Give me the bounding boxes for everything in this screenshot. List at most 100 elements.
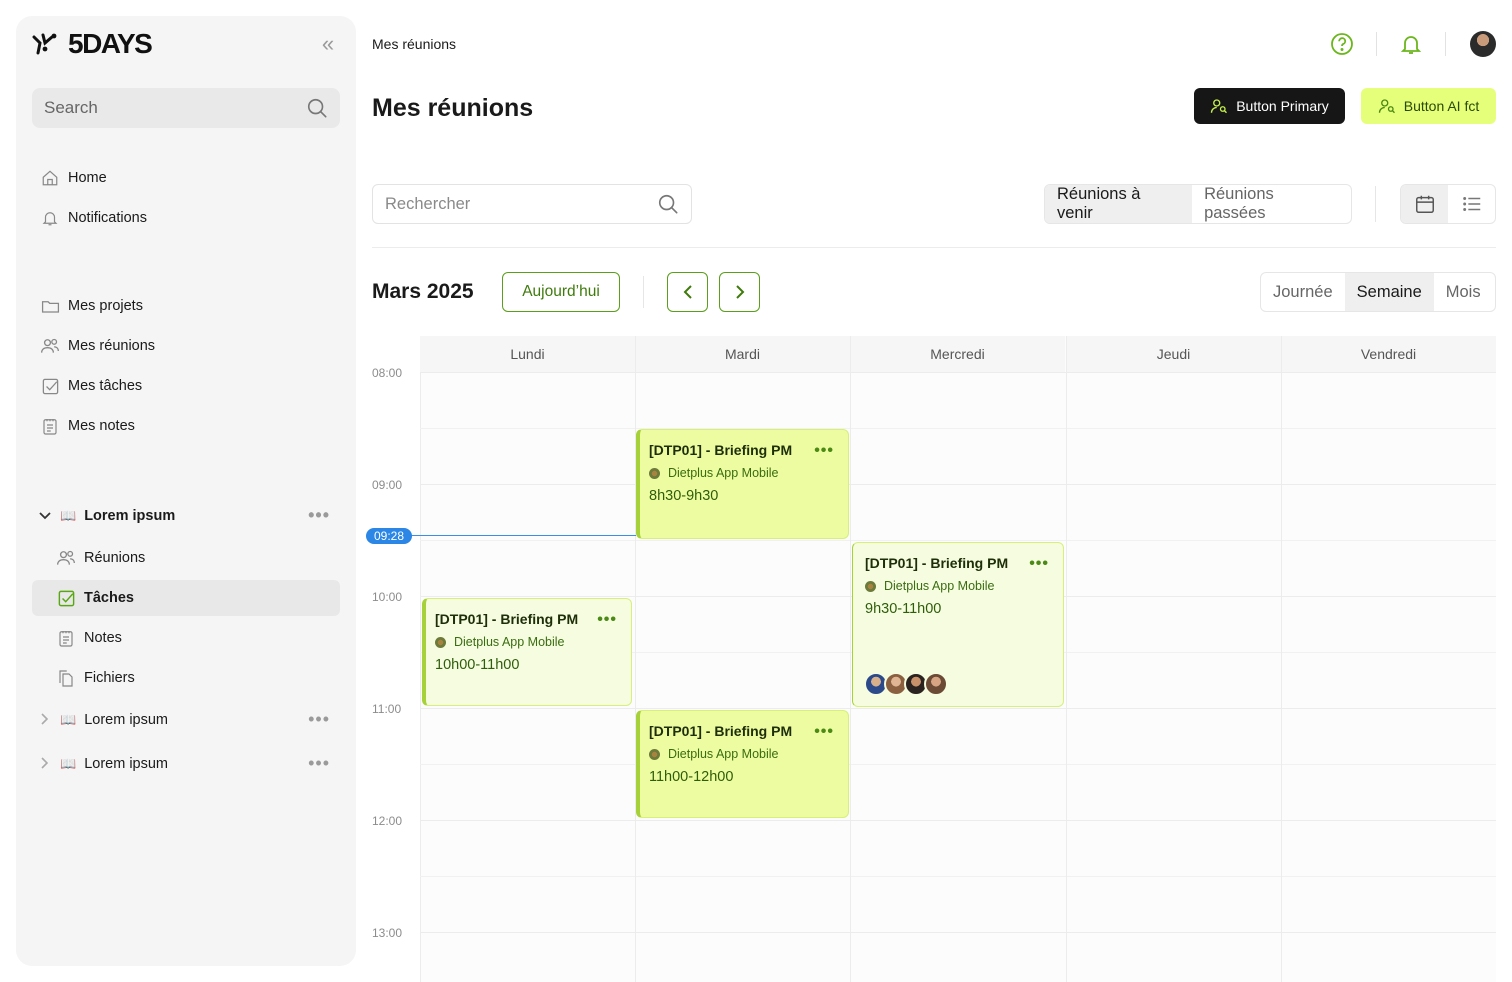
notifications-bell-icon[interactable] (1395, 28, 1427, 60)
meetings-search[interactable] (372, 184, 692, 224)
day-divider (850, 336, 851, 982)
sidebar-item-mes-taches[interactable]: Mes tâches (32, 368, 340, 404)
workspace-label: Lorem ipsum (84, 756, 168, 772)
event-time: 10h00-11h00 (435, 657, 520, 673)
next-week-button[interactable] (719, 272, 760, 312)
meetings-filter-tabs: Réunions à venir Réunions passées (1044, 184, 1352, 224)
view-toggle (1400, 184, 1496, 224)
day-divider (1066, 336, 1067, 982)
more-options-icon[interactable]: ••• (1029, 556, 1049, 572)
more-options-icon[interactable]: ••• (308, 754, 330, 772)
sidebar-search-input[interactable] (44, 98, 306, 118)
event-project-label: Dietplus App Mobile (668, 466, 779, 480)
brand-logo[interactable]: 5DAYS (32, 30, 153, 58)
ai-button[interactable]: Button AI fct (1361, 88, 1496, 124)
event-project: Dietplus App Mobile (649, 466, 836, 480)
half-hour-line (420, 764, 1496, 765)
sidebar-item-label: Réunions (84, 550, 146, 566)
day-header-monday: Lundi (420, 336, 635, 372)
more-options-icon[interactable]: ••• (814, 443, 834, 459)
primary-button[interactable]: Button Primary (1194, 88, 1345, 124)
period-day[interactable]: Journée (1261, 273, 1345, 311)
users-icon (40, 336, 60, 356)
home-icon (40, 168, 60, 188)
divider (1445, 32, 1446, 56)
calendar-view-icon[interactable] (1401, 185, 1448, 223)
hour-label: 12:00 (372, 814, 403, 828)
sidebar-item-taches[interactable]: Tâches (32, 580, 340, 616)
sidebar-item-label: Mes notes (68, 418, 135, 434)
today-button[interactable]: Aujourd’hui (502, 272, 620, 312)
sidebar-item-mes-projets[interactable]: Mes projets (32, 288, 340, 324)
hour-label: 11:00 (372, 702, 402, 716)
hour-line (420, 708, 1496, 709)
tab-past-meetings[interactable]: Réunions passées (1192, 185, 1351, 223)
collapse-sidebar-icon[interactable]: « (316, 33, 340, 58)
project-icon (649, 748, 660, 760)
workspace-item-3[interactable]: 📖 Lorem ipsum ••• (32, 746, 340, 782)
week-calendar: Lundi Mardi Mercredi Jeudi Vendredi 08:0… (366, 336, 1496, 982)
event-title: [DTP01] - Briefing PM (649, 442, 793, 458)
sidebar-item-label: Mes réunions (68, 338, 156, 354)
chevron-right-icon[interactable] (38, 756, 52, 772)
sidebar-item-fichiers[interactable]: Fichiers (32, 660, 340, 696)
sidebar-item-reunions[interactable]: Réunions (32, 540, 340, 576)
more-options-icon[interactable]: ••• (308, 710, 330, 728)
help-icon[interactable] (1326, 28, 1358, 60)
checkbox-icon (56, 588, 76, 608)
period-week[interactable]: Semaine (1344, 273, 1434, 311)
project-icon (649, 467, 660, 479)
chevron-down-icon[interactable] (38, 509, 52, 523)
sidebar-item-label: Notifications (68, 210, 147, 226)
sidebar-item-label: Home (68, 170, 107, 186)
sidebar-item-notifications[interactable]: Notifications (32, 200, 340, 236)
sidebar-search[interactable] (32, 88, 340, 128)
workspace-item-1[interactable]: 📖 Lorem ipsum ••• (32, 498, 340, 534)
sidebar-item-mes-notes[interactable]: Mes notes (32, 408, 340, 444)
sidebar-item-notes[interactable]: Notes (32, 620, 340, 656)
event-project: Dietplus App Mobile (649, 747, 836, 761)
divider (1375, 186, 1376, 222)
checkbox-icon (40, 376, 60, 396)
event-project: Dietplus App Mobile (435, 635, 619, 649)
tab-upcoming-meetings[interactable]: Réunions à venir (1045, 185, 1193, 223)
more-options-icon[interactable]: ••• (597, 612, 617, 628)
search-icon (307, 98, 327, 118)
meetings-search-input[interactable] (385, 194, 657, 214)
book-emoji: 📖 (60, 756, 77, 771)
avatar[interactable] (924, 672, 948, 696)
period-month[interactable]: Mois (1434, 273, 1493, 311)
meeting-event[interactable]: [DTP01] - Briefing PM ••• Dietplus App M… (422, 598, 632, 706)
more-options-icon[interactable]: ••• (814, 724, 834, 740)
notepad-icon (40, 416, 60, 436)
event-title: [DTP01] - Briefing PM (649, 723, 793, 739)
hour-line (420, 484, 1496, 485)
sidebar-item-label: Mes tâches (68, 378, 143, 394)
sidebar-item-mes-reunions[interactable]: Mes réunions (32, 328, 340, 364)
meeting-event[interactable]: [DTP01] - Briefing PM ••• Dietplus App M… (636, 429, 849, 539)
files-icon (56, 668, 76, 688)
ai-button-label: Button AI fct (1403, 98, 1480, 114)
previous-week-button[interactable] (667, 272, 708, 312)
meeting-event[interactable]: [DTP01] - Briefing PM ••• Dietplus App M… (636, 710, 849, 818)
page-title: Mes réunions (372, 94, 534, 122)
breadcrumb[interactable]: Mes réunions (372, 36, 456, 52)
chevron-right-icon[interactable] (38, 712, 52, 728)
half-hour-line (420, 876, 1496, 877)
divider (1376, 32, 1377, 56)
workspace-item-2[interactable]: 📖 Lorem ipsum ••• (32, 702, 340, 738)
meeting-event[interactable]: [DTP01] - Briefing PM ••• Dietplus App M… (852, 542, 1064, 707)
sidebar-item-home[interactable]: Home (32, 160, 340, 196)
user-avatar[interactable] (1470, 31, 1496, 57)
event-time: 8h30-9h30 (649, 488, 719, 504)
users-icon (56, 548, 76, 568)
event-project-label: Dietplus App Mobile (668, 747, 779, 761)
chevron-left-icon (683, 285, 692, 299)
current-time-line (410, 535, 636, 536)
list-view-icon[interactable] (1448, 185, 1495, 223)
half-hour-line (420, 428, 1496, 429)
event-title: [DTP01] - Briefing PM (435, 611, 579, 627)
hour-label: 08:00 (372, 366, 403, 380)
more-options-icon[interactable]: ••• (308, 506, 330, 524)
chevron-right-icon (735, 285, 744, 299)
